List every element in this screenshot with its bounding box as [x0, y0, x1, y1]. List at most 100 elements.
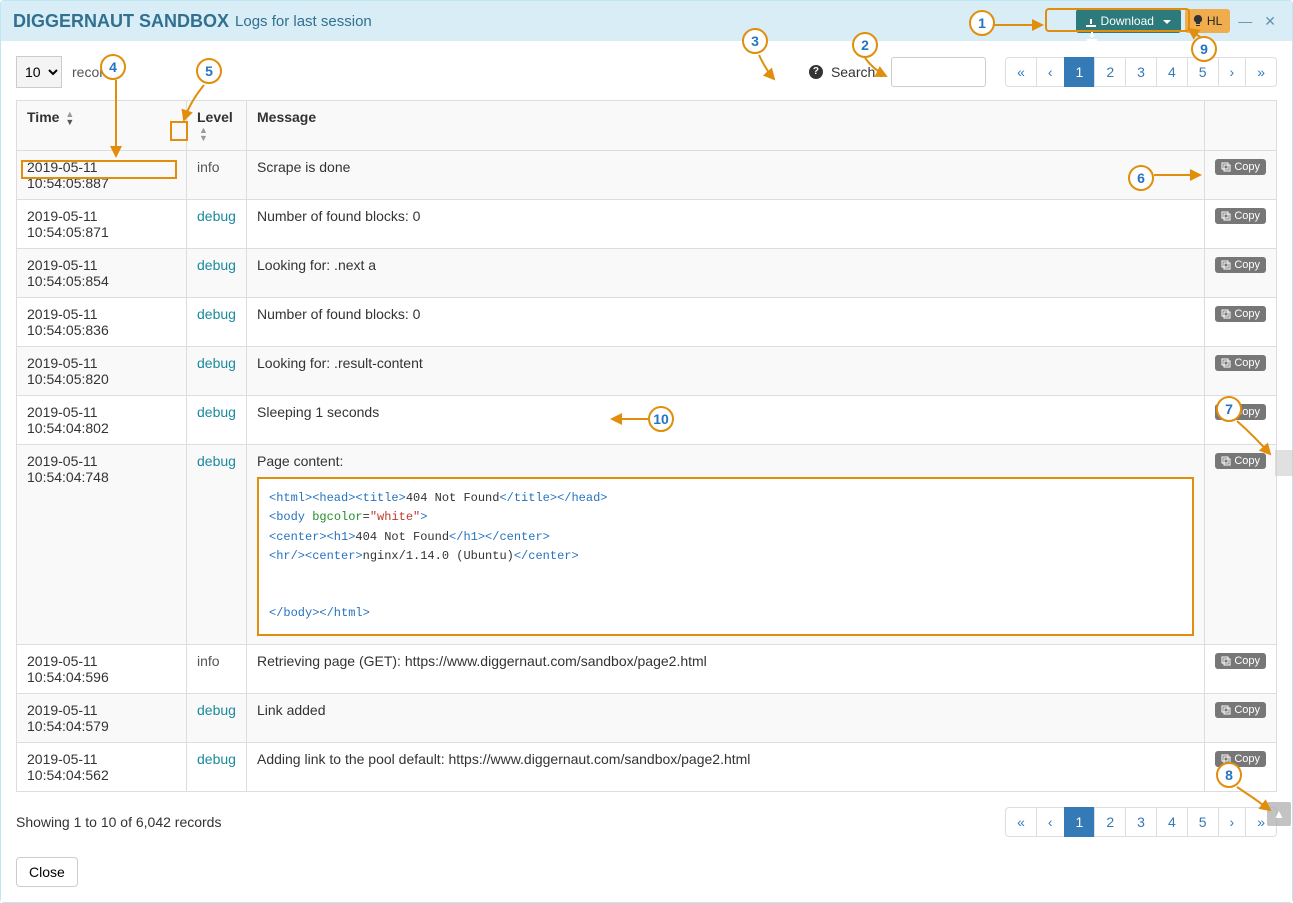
page-first[interactable]: « [1005, 807, 1037, 837]
records-select[interactable]: 10 [16, 56, 62, 88]
cell-time: 2019-05-11 10:54:05:854 [17, 249, 187, 298]
copy-icon [1221, 656, 1231, 666]
copy-button[interactable]: Copy [1215, 404, 1266, 420]
table-row: 2019-05-11 10:54:05:836debugNumber of fo… [17, 298, 1277, 347]
cell-level[interactable]: debug [187, 200, 247, 249]
copy-button[interactable]: Copy [1215, 159, 1266, 175]
cell-time: 2019-05-11 10:54:05:820 [17, 347, 187, 396]
cell-level[interactable]: debug [187, 396, 247, 445]
hl-button[interactable]: HL [1185, 9, 1230, 33]
copy-icon [1221, 309, 1231, 319]
copy-button[interactable]: Copy [1215, 453, 1266, 469]
cell-copy: Copy [1205, 298, 1277, 347]
table-row: 2019-05-11 10:54:05:854debugLooking for:… [17, 249, 1277, 298]
cell-message: Link added [247, 693, 1205, 742]
logs-panel: DIGGERNAUT SANDBOX Logs for last session… [0, 0, 1293, 903]
page-last[interactable]: » [1245, 57, 1277, 87]
page-5[interactable]: 5 [1187, 57, 1219, 87]
page-content-code: <html><head><title>404 Not Found</title>… [257, 477, 1194, 635]
page-first[interactable]: « [1005, 57, 1037, 87]
minimize-button[interactable]: — [1234, 13, 1256, 29]
cell-message: Sleeping 1 seconds [247, 396, 1205, 445]
table-row: 2019-05-11 10:54:04:579debugLink addedCo… [17, 693, 1277, 742]
table-row: 2019-05-11 10:54:05:871debugNumber of fo… [17, 200, 1277, 249]
copy-icon [1221, 211, 1231, 221]
close-panel-button[interactable]: ✕ [1260, 13, 1280, 30]
pagination-bottom: «‹12345›» [1006, 807, 1277, 837]
cell-time: 2019-05-11 10:54:05:871 [17, 200, 187, 249]
panel-body: 10 records ? Search : «‹12345›» Time ▲▼ [1, 41, 1292, 902]
cell-level[interactable]: debug [187, 445, 247, 644]
page-1[interactable]: 1 [1064, 807, 1096, 837]
page-prev[interactable]: ‹ [1036, 807, 1065, 837]
download-button[interactable]: Download [1076, 9, 1181, 33]
copy-button[interactable]: Copy [1215, 208, 1266, 224]
page-next[interactable]: › [1218, 807, 1247, 837]
pagination-top: «‹12345›» [1006, 57, 1277, 87]
cell-message: Scrape is done [247, 151, 1205, 200]
cell-message: Number of found blocks: 0 [247, 200, 1205, 249]
copy-button[interactable]: Copy [1215, 257, 1266, 273]
cell-level[interactable]: debug [187, 347, 247, 396]
scroll-top-button[interactable]: ▲ [1267, 802, 1291, 826]
copy-icon [1221, 260, 1231, 270]
col-time-header[interactable]: Time ▲▼ [17, 101, 187, 151]
download-label: Download [1101, 14, 1154, 28]
cell-time: 2019-05-11 10:54:04:562 [17, 742, 187, 791]
cell-time: 2019-05-11 10:54:05:887 [17, 151, 187, 200]
cell-level[interactable]: debug [187, 693, 247, 742]
cell-level[interactable]: debug [187, 249, 247, 298]
page-next[interactable]: › [1218, 57, 1247, 87]
page-4[interactable]: 4 [1156, 57, 1188, 87]
cell-level[interactable]: debug [187, 742, 247, 791]
cell-copy: Copy [1205, 347, 1277, 396]
copy-icon [1221, 358, 1231, 368]
table-row: 2019-05-11 10:54:04:596infoRetrieving pa… [17, 644, 1277, 693]
col-level-header[interactable]: Level ▲▼ [187, 101, 247, 151]
table-row: 2019-05-11 10:54:04:562debugAdding link … [17, 742, 1277, 791]
sort-icon: ▲▼ [199, 126, 208, 142]
cell-level: info [187, 644, 247, 693]
page-3[interactable]: 3 [1125, 57, 1157, 87]
page-3[interactable]: 3 [1125, 807, 1157, 837]
cell-copy: Copy [1205, 200, 1277, 249]
cell-level[interactable]: debug [187, 298, 247, 347]
records-label: records [72, 64, 119, 80]
panel-header: DIGGERNAUT SANDBOX Logs for last session… [1, 1, 1292, 41]
table-row: 2019-05-11 10:54:05:820debugLooking for:… [17, 347, 1277, 396]
copy-icon [1221, 456, 1231, 466]
copy-button[interactable]: Copy [1215, 702, 1266, 718]
col-copy-header [1205, 101, 1277, 151]
copy-button[interactable]: Copy [1215, 653, 1266, 669]
page-1[interactable]: 1 [1064, 57, 1096, 87]
help-icon[interactable]: ? [809, 65, 823, 79]
cell-copy: Copy [1205, 445, 1277, 644]
showing-text: Showing 1 to 10 of 6,042 records [16, 814, 221, 830]
cell-level: info [187, 151, 247, 200]
search-input[interactable] [891, 57, 986, 87]
cell-copy: Copy [1205, 742, 1277, 791]
cell-copy: Copy [1205, 396, 1277, 445]
col-message-header[interactable]: Message [247, 101, 1205, 151]
close-button[interactable]: Close [16, 857, 78, 887]
copy-button[interactable]: Copy [1215, 355, 1266, 371]
copy-button[interactable]: Copy [1215, 751, 1266, 767]
copy-button[interactable]: Copy [1215, 306, 1266, 322]
toolbar: 10 records ? Search : «‹12345›» [16, 56, 1277, 88]
panel-title: DIGGERNAUT SANDBOX [13, 11, 229, 32]
table-row: 2019-05-11 10:54:04:748debugPage content… [17, 445, 1277, 644]
page-2[interactable]: 2 [1094, 57, 1126, 87]
hl-label: HL [1207, 14, 1222, 28]
page-2[interactable]: 2 [1094, 807, 1126, 837]
cell-time: 2019-05-11 10:54:04:802 [17, 396, 187, 445]
caret-down-icon [1159, 14, 1171, 28]
table-row: 2019-05-11 10:54:04:802debugSleeping 1 s… [17, 396, 1277, 445]
cell-message: Looking for: .result-content [247, 347, 1205, 396]
cell-copy: Copy [1205, 693, 1277, 742]
panel-subtitle: Logs for last session [235, 13, 372, 30]
sort-icon: ▲▼ [65, 110, 74, 126]
copy-icon [1221, 407, 1231, 417]
page-4[interactable]: 4 [1156, 807, 1188, 837]
page-prev[interactable]: ‹ [1036, 57, 1065, 87]
page-5[interactable]: 5 [1187, 807, 1219, 837]
